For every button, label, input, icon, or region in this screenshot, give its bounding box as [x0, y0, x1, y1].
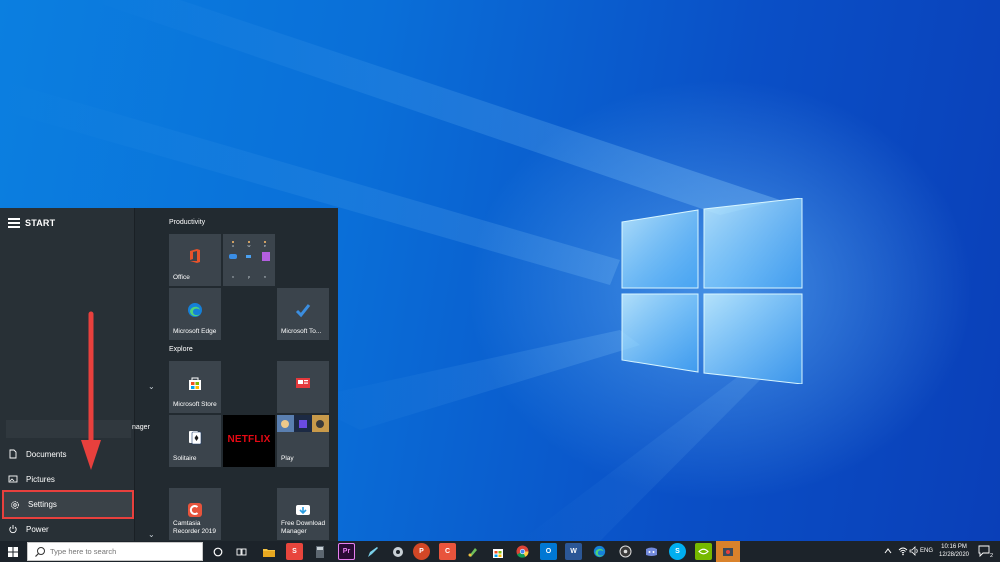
cortana-icon[interactable] [209, 543, 226, 560]
discord-icon[interactable] [643, 543, 660, 560]
tile-free-download-manager[interactable]: Free Download Manager [277, 488, 329, 540]
apps-list[interactable] [135, 208, 163, 541]
office-folder-letter: p [248, 274, 251, 279]
news-icon [296, 378, 310, 388]
start-menu: START Documents Pictures Settings Power … [0, 208, 338, 541]
tile-label: Free Download Manager [281, 520, 326, 535]
document-icon [9, 449, 17, 459]
clock-time: 10:16 PM [941, 544, 967, 550]
clock-date: 12/28/2020 [938, 552, 970, 558]
nav-item-label: Pictures [26, 474, 55, 484]
start-menu-sidebar: START Documents Pictures Settings Power [0, 208, 135, 541]
notification-count-badge: 2 [989, 553, 993, 559]
volume-icon[interactable] [909, 546, 919, 556]
solitaire-cards-icon [189, 431, 202, 445]
file-explorer-icon[interactable] [260, 543, 277, 560]
nav-item-pictures[interactable]: Pictures [0, 467, 135, 491]
tile-label: Microsoft Edge [173, 328, 217, 335]
office-folder-letter: w [248, 243, 251, 248]
tile-netflix[interactable]: NETFLIX [223, 415, 275, 467]
outlook-icon[interactable]: O [540, 543, 557, 560]
skype-icon[interactable]: S [669, 543, 686, 560]
chevron-down-icon[interactable]: ⌄ [148, 382, 155, 391]
notepad-icon[interactable] [364, 543, 381, 560]
group-label-explore: Explore [169, 346, 193, 353]
tile-news[interactable] [277, 361, 329, 413]
office-folder-letter: x [232, 274, 234, 279]
nav-item-settings[interactable]: Settings [2, 490, 134, 519]
red-annotation-arrow [81, 311, 101, 470]
powerpoint-icon[interactable]: P [413, 543, 430, 560]
windows-logo [621, 198, 803, 384]
tile-camtasia-recorder[interactable]: Camtasia Recorder 2019 [169, 488, 221, 540]
notification-icon [978, 545, 990, 558]
search-icon [35, 546, 45, 557]
tile-label: Play [281, 455, 294, 462]
office-apps-folder-icon: o w e x p n [229, 241, 270, 279]
tile-label: Camtasia Recorder 2019 [173, 520, 216, 535]
group-label-productivity: Productivity [169, 219, 206, 226]
edge-taskbar-icon[interactable] [591, 543, 608, 560]
tile-play[interactable]: Play [277, 415, 329, 467]
camtasia-icon [188, 503, 202, 517]
tile-office[interactable]: Office [169, 234, 221, 286]
nav-item-documents[interactable]: Documents [0, 442, 135, 466]
tile-microsoft-edge[interactable]: Microsoft Edge [169, 288, 221, 340]
store-bag-icon [189, 377, 201, 390]
edge-icon [188, 303, 202, 317]
obs-studio-icon[interactable] [617, 543, 634, 560]
power-icon [9, 525, 17, 534]
tile-label: Microsoft Store [173, 401, 217, 408]
picture-icon [8, 475, 18, 483]
wifi-icon[interactable] [898, 546, 908, 556]
download-manager-icon [296, 505, 310, 515]
office-icon [190, 249, 200, 263]
premiere-pro-icon[interactable]: Pr [338, 543, 355, 560]
tile-label: Office [173, 274, 190, 281]
tile-label: Microsoft To... [281, 328, 322, 335]
app-list-item-partial[interactable]: nager [132, 424, 150, 431]
play-game-thumbnails-icon [277, 415, 329, 432]
user-account-item[interactable] [6, 420, 131, 438]
task-view-icon[interactable] [233, 543, 250, 560]
tile-office-apps-folder[interactable]: o w e x p n [223, 234, 275, 286]
office-folder-letter: o [232, 243, 235, 248]
wps-office-icon[interactable]: S [286, 543, 303, 560]
chevron-up-icon[interactable] [884, 548, 892, 554]
hamburger-menu-icon[interactable] [8, 218, 20, 228]
checkmark-icon [295, 304, 311, 318]
nav-item-label: Documents [26, 449, 67, 459]
nvidia-icon[interactable] [695, 543, 712, 560]
search-box[interactable] [27, 542, 203, 561]
tile-label: Solitaire [173, 455, 197, 462]
system-clock[interactable]: 10:16 PM 12/28/2020 [934, 543, 974, 559]
microsoft-store-taskbar-icon[interactable] [489, 543, 506, 560]
chevron-down-icon[interactable]: ⌄ [148, 530, 155, 539]
tile-solitaire[interactable]: Solitaire [169, 415, 221, 467]
office-folder-letter: e [264, 243, 267, 248]
photos-app-icon[interactable] [389, 543, 406, 560]
nav-item-label: Power [26, 524, 49, 534]
nav-item-label: Settings [28, 500, 57, 509]
tile-microsoft-store[interactable]: Microsoft Store [169, 361, 221, 413]
start-menu-title: START [25, 218, 56, 228]
word-icon[interactable]: W [565, 543, 582, 560]
windows-start-icon [8, 546, 18, 557]
netflix-logo-text: NETFLIX [227, 434, 271, 445]
calculator-icon[interactable] [311, 543, 328, 560]
snipping-tool-icon[interactable] [716, 541, 740, 562]
taskbar: S Pr P C O W S ENG 10:16 PM 12/28/2020 [0, 541, 1000, 562]
action-center-button[interactable]: 2 [978, 544, 993, 559]
tile-microsoft-todo[interactable]: Microsoft To... [277, 288, 329, 340]
search-input[interactable] [50, 547, 200, 556]
paint-icon[interactable] [464, 543, 481, 560]
office-folder-letter: n [264, 274, 266, 279]
nav-item-power[interactable]: Power [0, 517, 135, 541]
language-indicator[interactable]: ENG [920, 548, 933, 554]
gear-icon [11, 500, 19, 509]
chrome-icon[interactable] [514, 543, 531, 560]
start-button[interactable] [0, 541, 26, 562]
camtasia-taskbar-icon[interactable]: C [439, 543, 456, 560]
